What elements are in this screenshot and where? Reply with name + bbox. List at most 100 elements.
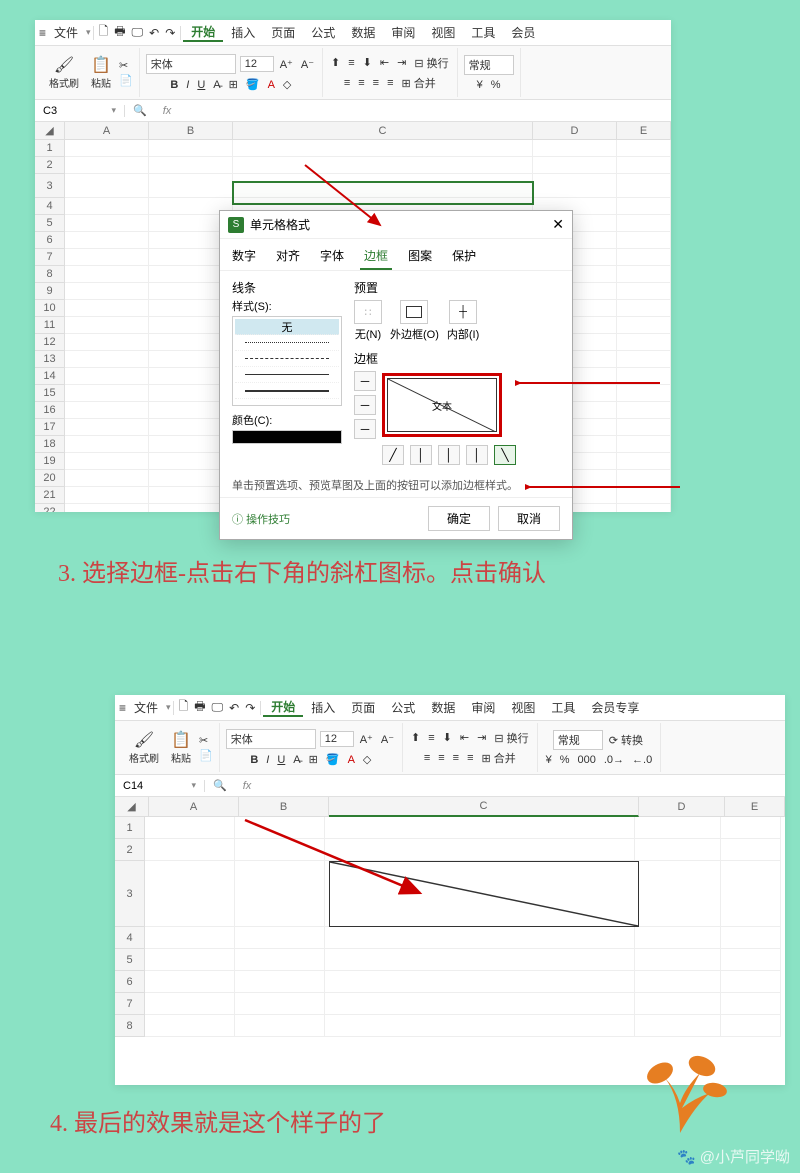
- cell[interactable]: [721, 927, 781, 949]
- comma-icon[interactable]: 000: [576, 754, 598, 766]
- cell[interactable]: [617, 300, 671, 317]
- cell[interactable]: [233, 157, 533, 174]
- underline-icon[interactable]: U: [195, 79, 207, 91]
- cell[interactable]: [65, 487, 149, 504]
- indent-dec-icon[interactable]: ⇤: [458, 731, 471, 744]
- cell[interactable]: [635, 927, 721, 949]
- col-header-c[interactable]: C: [233, 122, 533, 140]
- cell-reference[interactable]: C14 ▾: [115, 780, 205, 792]
- file-dropdown-icon[interactable]: ▾: [166, 702, 171, 713]
- cell[interactable]: [617, 174, 671, 198]
- row-header[interactable]: 2: [115, 839, 145, 861]
- col-header-b[interactable]: B: [149, 122, 233, 140]
- cell[interactable]: [235, 1015, 325, 1037]
- cell[interactable]: [235, 971, 325, 993]
- indent-dec-icon[interactable]: ⇤: [378, 56, 391, 69]
- cell[interactable]: [145, 927, 235, 949]
- fx-label[interactable]: fx: [235, 780, 260, 792]
- merge-button[interactable]: ⊞ 合并: [480, 750, 518, 766]
- menu-member[interactable]: 会员专享: [583, 699, 647, 716]
- increase-font-icon[interactable]: A⁺: [358, 733, 375, 746]
- row-header[interactable]: 1: [35, 140, 65, 157]
- row-header[interactable]: 9: [35, 283, 65, 300]
- cell[interactable]: [635, 861, 721, 927]
- cell[interactable]: [235, 949, 325, 971]
- align-mid-icon[interactable]: ≡: [426, 732, 436, 744]
- align-top-icon[interactable]: ⬆: [409, 731, 422, 744]
- align-justify-icon[interactable]: ≡: [465, 752, 475, 764]
- cell[interactable]: [617, 157, 671, 174]
- cell[interactable]: [65, 368, 149, 385]
- close-icon[interactable]: ✕: [552, 216, 564, 233]
- cell[interactable]: [65, 436, 149, 453]
- menu-view[interactable]: 视图: [423, 24, 463, 41]
- align-mid-icon[interactable]: ≡: [346, 57, 356, 69]
- col-header-d[interactable]: D: [533, 122, 617, 140]
- select-all-corner[interactable]: ◢: [115, 797, 149, 817]
- cell[interactable]: [65, 215, 149, 232]
- col-header-a[interactable]: A: [149, 797, 239, 817]
- cell[interactable]: [235, 993, 325, 1015]
- save-icon[interactable]: 🗋: [176, 697, 192, 718]
- tab-number[interactable]: 数字: [228, 243, 260, 270]
- cell[interactable]: [65, 453, 149, 470]
- menu-data[interactable]: 数据: [423, 699, 463, 716]
- cell[interactable]: [145, 839, 235, 861]
- cell[interactable]: [65, 351, 149, 368]
- strike-icon[interactable]: A̵: [291, 754, 302, 766]
- cell[interactable]: [635, 993, 721, 1015]
- convert-button[interactable]: ⟳ 转换: [607, 732, 645, 748]
- cell[interactable]: [235, 817, 325, 839]
- cell[interactable]: [145, 1015, 235, 1037]
- row-header[interactable]: 19: [35, 453, 65, 470]
- fx-icon[interactable]: 🔍: [125, 104, 155, 117]
- cell[interactable]: [617, 317, 671, 334]
- row-header[interactable]: 4: [35, 198, 65, 215]
- cell[interactable]: [235, 927, 325, 949]
- row-header[interactable]: 7: [115, 993, 145, 1015]
- menu-insert[interactable]: 插入: [303, 699, 343, 716]
- format-painter-button[interactable]: 🖌格式刷: [125, 728, 163, 767]
- cell[interactable]: [617, 334, 671, 351]
- indent-inc-icon[interactable]: ⇥: [395, 56, 408, 69]
- fx-icon[interactable]: 🔍: [205, 779, 235, 792]
- border-diag-down-btn[interactable]: ╲: [494, 445, 516, 465]
- cell[interactable]: [325, 1015, 635, 1037]
- cell[interactable]: [635, 1015, 721, 1037]
- cell[interactable]: [617, 419, 671, 436]
- row-header[interactable]: 18: [35, 436, 65, 453]
- border-mid-btn[interactable]: ─: [354, 395, 376, 415]
- row-header[interactable]: 6: [35, 232, 65, 249]
- style-option[interactable]: [235, 367, 339, 383]
- cell[interactable]: [65, 174, 149, 198]
- align-top-icon[interactable]: ⬆: [329, 56, 342, 69]
- cell[interactable]: [149, 174, 233, 198]
- cell[interactable]: [721, 1015, 781, 1037]
- decrease-font-icon[interactable]: A⁻: [379, 733, 396, 746]
- cell[interactable]: [635, 949, 721, 971]
- preview-icon[interactable]: 🖵: [209, 700, 227, 715]
- col-header-b[interactable]: B: [239, 797, 329, 817]
- cell[interactable]: [617, 385, 671, 402]
- border-preview[interactable]: 文本: [387, 378, 497, 432]
- font-color-icon[interactable]: A: [266, 79, 277, 91]
- cell[interactable]: [617, 351, 671, 368]
- menu-tools[interactable]: 工具: [543, 699, 583, 716]
- font-select[interactable]: 宋体: [146, 54, 236, 74]
- bold-icon[interactable]: B: [168, 79, 180, 91]
- cell[interactable]: [65, 334, 149, 351]
- cell[interactable]: [617, 368, 671, 385]
- decrease-font-icon[interactable]: A⁻: [299, 58, 316, 71]
- cell-ref-dropdown-icon[interactable]: ▾: [111, 105, 116, 116]
- row-header[interactable]: 2: [35, 157, 65, 174]
- col-header-e[interactable]: E: [725, 797, 785, 817]
- percent-icon[interactable]: %: [558, 754, 572, 766]
- align-left-icon[interactable]: ≡: [422, 752, 432, 764]
- line-style-list[interactable]: 无: [232, 316, 342, 406]
- clear-icon[interactable]: ◇: [361, 753, 373, 766]
- col-header-c[interactable]: C: [329, 797, 639, 817]
- cell[interactable]: [617, 140, 671, 157]
- row-header[interactable]: 15: [35, 385, 65, 402]
- cell[interactable]: [65, 504, 149, 512]
- style-option[interactable]: [235, 335, 339, 351]
